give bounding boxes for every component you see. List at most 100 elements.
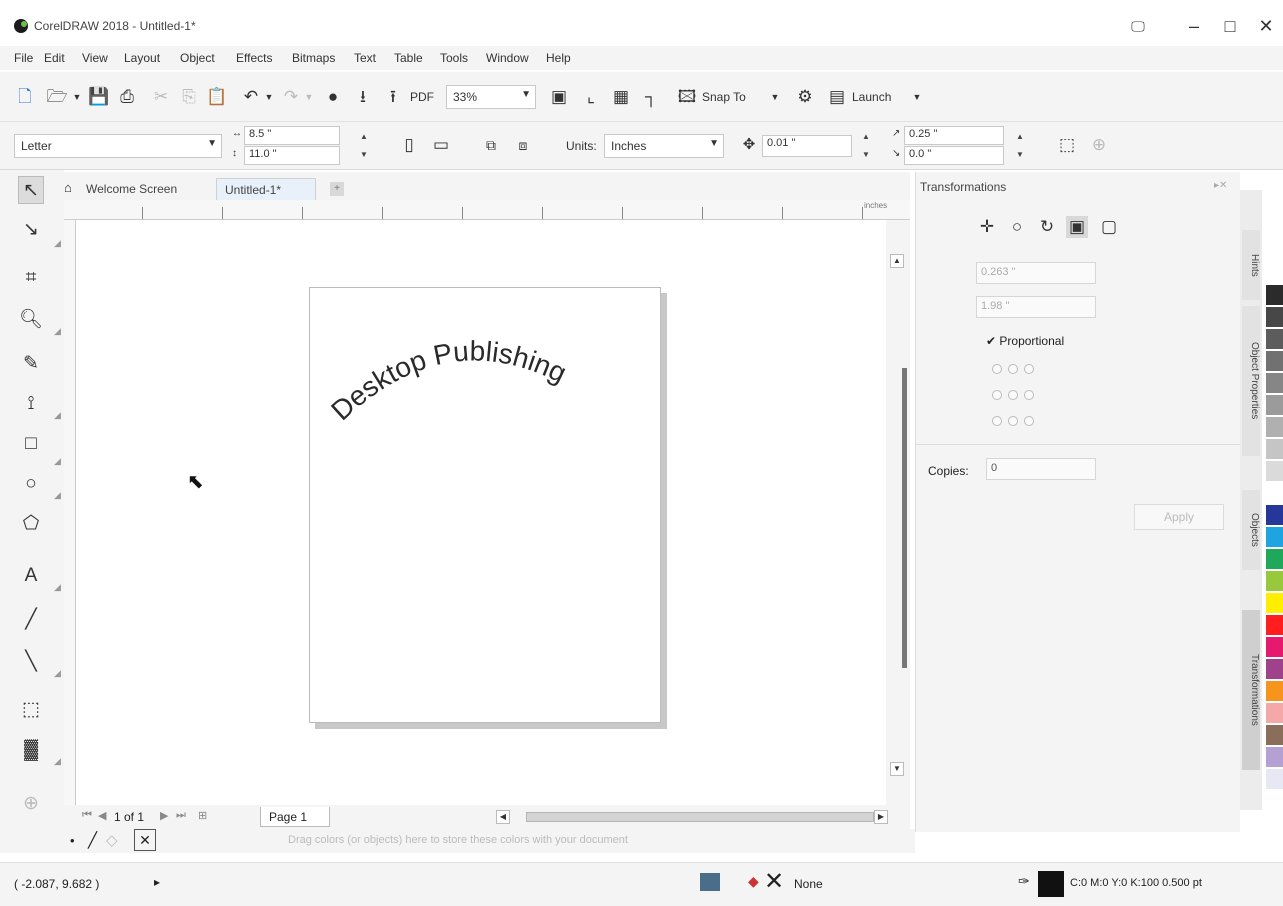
color-swatch[interactable]	[1266, 527, 1283, 547]
curved-text-object[interactable]: Desktop Publishing	[310, 288, 662, 724]
export-icon[interactable]: ⭱	[382, 86, 404, 108]
transparency-tool-icon[interactable]: ▓	[18, 736, 44, 764]
menu-view[interactable]: View	[82, 51, 108, 65]
color-swatch[interactable]	[1266, 593, 1283, 613]
color-swatch[interactable]	[1266, 549, 1283, 569]
duplicate-y-input[interactable]: 0.0 "	[904, 146, 1004, 165]
tab-welcome-screen[interactable]: Welcome Screen	[78, 178, 185, 200]
previous-page-icon[interactable]: ◀	[98, 809, 106, 822]
pick-tool-icon[interactable]: ↖	[18, 176, 44, 204]
menu-tools[interactable]: Tools	[440, 51, 468, 65]
connector-tool-icon[interactable]: ╲	[18, 648, 44, 676]
next-page-icon[interactable]: ▶	[160, 809, 168, 822]
color-swatch[interactable]	[1266, 571, 1283, 591]
color-swatch[interactable]	[1266, 307, 1283, 327]
all-pages-icon[interactable]: ⧉	[480, 134, 502, 156]
proportional-checkbox[interactable]: ✔ Proportional	[986, 334, 1064, 348]
launch-dropdown-icon[interactable]: ▼	[906, 86, 928, 108]
page-border-icon[interactable]: ⬚	[1056, 134, 1078, 156]
menu-file[interactable]: File	[14, 51, 33, 65]
ellipse-tool-icon[interactable]: ○	[18, 470, 44, 498]
menu-layout[interactable]: Layout	[124, 51, 160, 65]
color-swatch[interactable]	[1266, 505, 1283, 525]
color-swatch[interactable]	[1266, 637, 1283, 657]
snap-to-dropdown-icon[interactable]: ▼	[764, 86, 786, 108]
color-swatch[interactable]	[1266, 747, 1283, 767]
show-grid-icon[interactable]: ▦	[610, 86, 632, 108]
open-icon[interactable]: 🗁	[46, 86, 68, 108]
duplicate-x-input[interactable]: 0.25 "	[904, 126, 1004, 145]
scale-mirror-icon[interactable]: ↻	[1036, 216, 1058, 238]
color-swatch[interactable]	[1266, 439, 1283, 459]
text-tool-icon[interactable]: A	[18, 562, 44, 590]
nudge-distance-input[interactable]: 0.01 "	[762, 135, 852, 157]
color-swatch[interactable]	[1266, 285, 1283, 305]
color-swatch[interactable]	[1266, 329, 1283, 349]
skew-icon[interactable]: ▢	[1098, 216, 1120, 238]
page-tab[interactable]: Page 1	[260, 807, 330, 827]
paste-icon[interactable]: 📋	[206, 86, 228, 108]
pen-icon[interactable]: ╱	[88, 831, 97, 849]
anchor-radio[interactable]	[1024, 364, 1034, 374]
color-swatch[interactable]	[1266, 417, 1283, 437]
show-guidelines-icon[interactable]: ┐	[640, 86, 662, 108]
color-swatch[interactable]	[1266, 769, 1283, 789]
tab-transformations[interactable]: Transformations	[1242, 610, 1260, 770]
docker-pin-icon[interactable]: ▸✕	[1214, 180, 1227, 191]
close-button[interactable]: ✕	[1252, 14, 1280, 38]
new-tab-icon[interactable]: +	[330, 182, 344, 196]
snap-to-icon[interactable]: 🖾	[676, 86, 698, 108]
color-swatch[interactable]	[1266, 373, 1283, 393]
color-well-icon[interactable]: ◇	[106, 831, 118, 849]
scroll-right-icon[interactable]: ▶	[874, 810, 888, 824]
anchor-radio[interactable]	[992, 416, 1002, 426]
size-icon[interactable]: ▣	[1066, 216, 1088, 238]
menu-window[interactable]: Window	[486, 51, 529, 65]
zoom-combo[interactable]: 33% ▼	[446, 85, 536, 109]
page-height-input[interactable]: 11.0 "	[244, 146, 340, 165]
search-content-icon[interactable]: ●	[322, 86, 344, 108]
publish-pdf-icon[interactable]: PDF	[410, 86, 434, 108]
no-color-swatch-icon[interactable]: ✕	[134, 829, 156, 851]
color-swatch[interactable]	[1266, 461, 1283, 481]
add-page-icon[interactable]: ⊞	[198, 809, 207, 822]
width-field[interactable]: 0.263 "	[976, 262, 1096, 284]
full-screen-preview-icon[interactable]: ▣	[548, 86, 570, 108]
portrait-icon[interactable]: ▯	[398, 134, 420, 156]
height-field[interactable]: 1.98 "	[976, 296, 1096, 318]
duplicate-spin-icon[interactable]: ▲ ▼	[1014, 128, 1026, 164]
account-icon[interactable]: 🖵	[1124, 14, 1152, 38]
drawing-canvas[interactable]: Desktop Publishing ⬉	[77, 221, 885, 805]
interactive-tool-icon[interactable]: ⬚	[18, 696, 44, 724]
color-swatch[interactable]	[1266, 395, 1283, 415]
menu-table[interactable]: Table	[394, 51, 423, 65]
scroll-up-icon[interactable]: ▲	[890, 254, 904, 268]
color-swatch[interactable]	[1266, 615, 1283, 635]
menu-help[interactable]: Help	[546, 51, 571, 65]
crop-tool-icon[interactable]: ⌗	[18, 264, 44, 292]
current-page-icon[interactable]: ⧈	[512, 134, 534, 156]
menu-edit[interactable]: Edit	[44, 51, 65, 65]
color-swatch[interactable]	[1266, 483, 1283, 503]
color-swatch[interactable]	[1266, 725, 1283, 745]
snap-to-label[interactable]: Snap To	[702, 90, 746, 104]
launch-label[interactable]: Launch	[852, 90, 891, 104]
launch-icon[interactable]: ▤	[826, 86, 848, 108]
anchor-radio[interactable]	[992, 390, 1002, 400]
shape-tool-icon[interactable]: ↘	[18, 216, 44, 244]
scroll-left-icon[interactable]: ◀	[496, 810, 510, 824]
anchor-radio[interactable]	[1024, 416, 1034, 426]
new-document-icon[interactable]: 🗋	[14, 86, 36, 108]
color-swatch[interactable]	[1266, 681, 1283, 701]
anchor-radio[interactable]	[1008, 416, 1018, 426]
menu-effects[interactable]: Effects	[236, 51, 272, 65]
minimize-button[interactable]: –	[1180, 14, 1208, 38]
page-width-input[interactable]: 8.5 "	[244, 126, 340, 145]
rotate-icon[interactable]: ○	[1006, 216, 1028, 238]
menu-bitmaps[interactable]: Bitmaps	[292, 51, 335, 65]
parallel-dimension-tool-icon[interactable]: ╱	[18, 606, 44, 634]
units-combo[interactable]: Inches ▼	[604, 134, 724, 158]
anchor-radio[interactable]	[1008, 364, 1018, 374]
maximize-button[interactable]: □	[1216, 14, 1244, 38]
tab-objects[interactable]: Objects	[1242, 490, 1260, 570]
